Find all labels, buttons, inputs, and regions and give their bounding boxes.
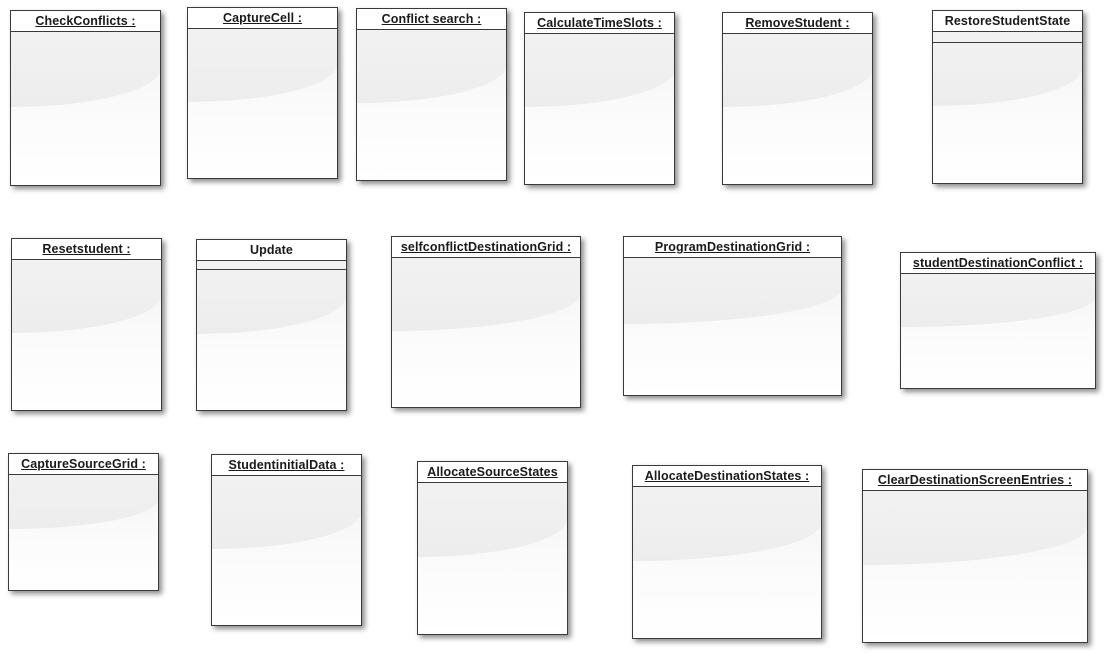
- object-header: selfconflictDestinationGrid :: [392, 237, 580, 258]
- object-header: StudentinitialData :: [212, 455, 361, 476]
- object-clear-destination-screen-entries[interactable]: ClearDestinationScreenEntries :: [862, 469, 1088, 643]
- object-header: AllocateSourceStates: [418, 462, 567, 483]
- object-label: AllocateSourceStates: [427, 465, 558, 479]
- object-calculate-time-slots[interactable]: CalculateTimeSlots :: [524, 12, 675, 185]
- object-header: Resetstudent :: [12, 239, 161, 260]
- object-label: CalculateTimeSlots :: [537, 16, 662, 30]
- object-label: ClearDestinationScreenEntries :: [877, 473, 1073, 487]
- object-header: ClearDestinationScreenEntries :: [863, 470, 1087, 491]
- object-allocate-destination-states[interactable]: AllocateDestinationStates :: [632, 465, 822, 639]
- object-label: RestoreStudentState: [944, 14, 1071, 28]
- object-label: studentDestinationConflict :: [912, 256, 1084, 270]
- object-header: Update: [197, 240, 346, 261]
- object-student-destination-conflict[interactable]: studentDestinationConflict :: [900, 252, 1096, 389]
- object-label: CaptureSourceGrid :: [21, 457, 146, 471]
- object-restore-student-state[interactable]: RestoreStudentState: [932, 10, 1083, 184]
- object-header: studentDestinationConflict :: [901, 253, 1095, 274]
- object-program-destination-grid[interactable]: ProgramDestinationGrid :: [623, 236, 842, 396]
- object-label: Conflict search :: [381, 12, 482, 26]
- object-conflict-search[interactable]: Conflict search :: [356, 8, 507, 181]
- object-label: Update: [250, 243, 293, 257]
- object-label: AllocateDestinationStates :: [644, 469, 810, 483]
- object-reset-student[interactable]: Resetstudent :: [11, 238, 162, 411]
- object-capture-source-grid[interactable]: CaptureSourceGrid :: [8, 453, 159, 591]
- object-selfconflict-destination-grid[interactable]: selfconflictDestinationGrid :: [391, 236, 581, 408]
- object-capture-cell[interactable]: CaptureCell :: [187, 7, 338, 179]
- object-label: CheckConflicts :: [35, 14, 136, 28]
- object-label: RemoveStudent :: [745, 16, 850, 30]
- object-allocate-source-states[interactable]: AllocateSourceStates: [417, 461, 568, 635]
- object-header: ProgramDestinationGrid :: [624, 237, 841, 258]
- object-header: AllocateDestinationStates :: [633, 466, 821, 487]
- object-label: StudentinitialData :: [228, 458, 345, 472]
- object-label: Resetstudent :: [42, 242, 131, 256]
- object-student-initial-data[interactable]: StudentinitialData :: [211, 454, 362, 626]
- object-header: RemoveStudent :: [723, 13, 872, 34]
- object-header: Conflict search :: [357, 9, 506, 30]
- object-header: CaptureCell :: [188, 8, 337, 29]
- object-header: CalculateTimeSlots :: [525, 13, 674, 34]
- object-header: RestoreStudentState: [933, 11, 1082, 32]
- attribute-separator: [197, 269, 346, 270]
- object-header: CaptureSourceGrid :: [9, 454, 158, 475]
- object-label: ProgramDestinationGrid :: [654, 240, 811, 254]
- attribute-separator: [933, 42, 1082, 43]
- object-update[interactable]: Update: [196, 239, 347, 411]
- object-check-conflicts[interactable]: CheckConflicts :: [10, 10, 161, 186]
- object-label: selfconflictDestinationGrid :: [400, 240, 572, 254]
- object-remove-student[interactable]: RemoveStudent :: [722, 12, 873, 185]
- object-label: CaptureCell :: [222, 11, 303, 25]
- object-header: CheckConflicts :: [11, 11, 160, 32]
